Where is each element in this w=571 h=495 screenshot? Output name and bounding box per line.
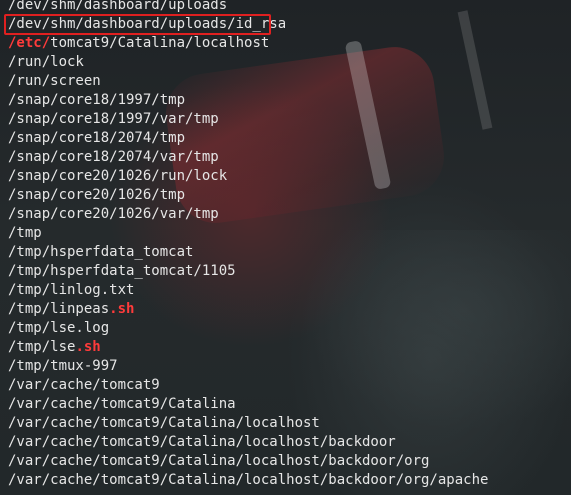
terminal-line: /var/cache/tomcat9/Catalina [8,396,236,412]
terminal-line: /dev/shm/dashboard/uploads [8,0,228,13]
terminal-line: /snap/core18/2074/tmp [8,130,186,146]
terminal-line: /var/cache/tomcat9/Catalina/localhost [8,415,320,431]
terminal-line: /tmp/tmux-997 [8,358,118,374]
terminal-line: /tmp [8,225,42,241]
path-text: /tmp/lse [8,339,76,355]
terminal-line: /run/lock [8,54,84,70]
terminal-line: /snap/core18/2074/var/tmp [8,149,219,165]
terminal-line: /var/cache/tomcat9 [8,377,160,393]
terminal-line: /tmp/hsperfdata_tomcat/1105 [8,263,236,279]
terminal-line: /var/cache/tomcat9/Catalina/localhost/ba… [8,472,489,488]
path-prefix-highlight: /etc/ [8,35,51,51]
terminal-line: /snap/core20/1026/var/tmp [8,206,219,222]
terminal-line: /etc/tomcat9/Catalina/localhost [8,34,488,53]
terminal-line: /run/screen [8,73,101,89]
path-text: /tmp/linpeas [8,301,110,317]
terminal-line: /snap/core20/1026/tmp [8,187,186,203]
terminal-window[interactable]: /dev/shm/dashboard/uploads/dev/shm/dashb… [0,0,571,495]
terminal-line: /var/cache/tomcat9/Catalina/localhost/ba… [8,453,430,469]
terminal-line: /tmp/linlog.txt [8,282,135,298]
terminal-line: /snap/core20/1026/run/lock [8,168,228,184]
path-text: tomcat9/Catalina/localhost [50,35,270,51]
terminal-output: /dev/shm/dashboard/uploads/dev/shm/dashb… [8,0,488,490]
terminal-line: /tmp/lse.log [8,320,110,336]
annotation-highlight-box [4,14,271,35]
file-extension-highlight: .sh [75,339,101,355]
terminal-line: /tmp/linpeas.sh [8,300,488,319]
terminal-line: /tmp/hsperfdata_tomcat [8,244,194,260]
terminal-line: /var/cache/tomcat9/Catalina/localhost/ba… [8,434,396,450]
terminal-line: /snap/core18/1997/tmp [8,92,186,108]
terminal-line: /tmp/lse.sh [8,338,488,357]
terminal-line: /snap/core18/1997/var/tmp [8,111,219,127]
file-extension-highlight: .sh [109,301,135,317]
